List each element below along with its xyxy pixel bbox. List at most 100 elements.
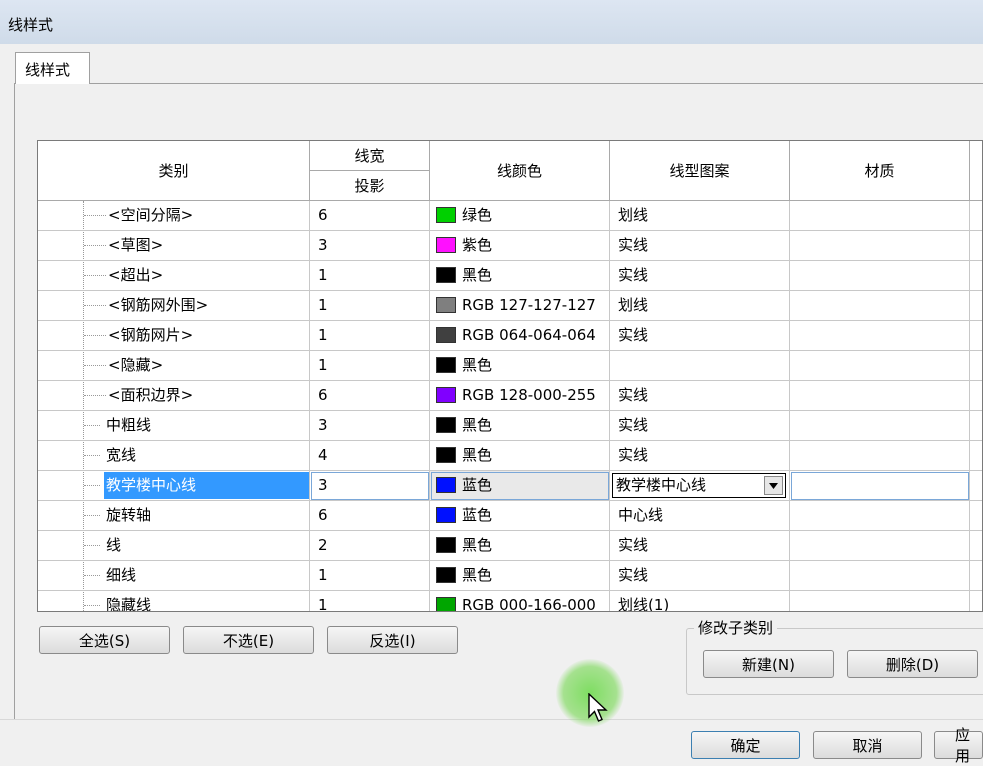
header-line-weight-label: 线宽 <box>354 147 385 165</box>
material-cell[interactable] <box>790 531 970 561</box>
line-pattern-dropdown[interactable]: 教学楼中心线 <box>612 473 786 498</box>
line-color-name: 蓝色 <box>462 506 493 524</box>
line-color-name: 黑色 <box>462 416 493 434</box>
material-cell[interactable] <box>790 231 970 261</box>
select-all-button[interactable]: 全选(S) <box>39 626 170 654</box>
category-name: 旋转轴 <box>106 506 152 524</box>
line-color-cell[interactable]: RGB 127-127-127 <box>430 291 610 321</box>
line-weight-cell[interactable]: 3 <box>310 411 430 441</box>
material-cell[interactable] <box>790 441 970 471</box>
header-line-color[interactable]: 线颜色 <box>430 141 610 201</box>
category-name: <空间分隔> <box>108 206 194 224</box>
header-material[interactable]: 材质 <box>790 141 970 201</box>
tab-line-styles[interactable]: 线样式 <box>15 52 90 84</box>
material-cell[interactable] <box>790 471 970 501</box>
category-cell[interactable]: <草图> <box>38 231 310 261</box>
title-bar: 线样式 <box>0 0 983 44</box>
dropdown-arrow-icon[interactable] <box>764 476 783 495</box>
category-cell[interactable]: <超出> <box>38 261 310 291</box>
mouse-pointer-icon <box>588 693 608 722</box>
line-pattern-cell[interactable]: 实线 <box>610 531 790 561</box>
line-pattern-cell[interactable] <box>610 351 790 381</box>
category-cell[interactable]: <空间分隔> <box>38 201 310 231</box>
line-color-cell[interactable]: RGB 000-166-000 <box>430 591 610 611</box>
category-cell[interactable]: 中粗线 <box>38 411 310 441</box>
line-pattern-cell[interactable]: 划线 <box>610 291 790 321</box>
line-styles-table[interactable]: 类别 线宽 投影 线颜色 线型图案 材质 <空间分隔> 6 绿色 划线 <草图> 3 紫色实… <box>37 140 983 612</box>
line-color-cell[interactable]: 蓝色 <box>430 471 610 501</box>
category-cell[interactable]: <隐藏> <box>38 351 310 381</box>
extra-cell <box>970 321 982 351</box>
line-weight-cell[interactable]: 1 <box>310 321 430 351</box>
line-pattern-cell[interactable]: 实线 <box>610 321 790 351</box>
line-pattern-cell[interactable]: 中心线 <box>610 501 790 531</box>
ok-button[interactable]: 确定 <box>691 731 800 759</box>
line-color-cell[interactable]: 紫色 <box>430 231 610 261</box>
line-pattern-cell[interactable]: 教学楼中心线 <box>610 471 790 501</box>
material-cell[interactable] <box>790 411 970 441</box>
line-pattern-cell[interactable]: 实线 <box>610 561 790 591</box>
line-weight-value: 3 <box>318 476 328 494</box>
line-pattern-cell[interactable]: 实线 <box>610 411 790 441</box>
category-cell[interactable]: 宽线 <box>38 441 310 471</box>
material-cell[interactable] <box>790 351 970 381</box>
cancel-button[interactable]: 取消 <box>813 731 922 759</box>
line-color-cell[interactable]: RGB 128-000-255 <box>430 381 610 411</box>
line-color-cell[interactable]: 蓝色 <box>430 501 610 531</box>
line-color-cell[interactable]: 黑色 <box>430 441 610 471</box>
line-weight-cell[interactable]: 6 <box>310 501 430 531</box>
line-weight-cell[interactable]: 1 <box>310 261 430 291</box>
line-pattern-cell[interactable]: 实线 <box>610 231 790 261</box>
line-weight-cell[interactable]: 6 <box>310 381 430 411</box>
material-cell[interactable] <box>790 381 970 411</box>
line-pattern-cell[interactable]: 实线 <box>610 441 790 471</box>
category-cell[interactable]: 线 <box>38 531 310 561</box>
new-subcategory-button[interactable]: 新建(N) <box>703 650 834 678</box>
line-color-cell[interactable]: 黑色 <box>430 411 610 441</box>
line-weight-cell[interactable]: 3 <box>310 231 430 261</box>
category-cell[interactable]: 细线 <box>38 561 310 591</box>
line-weight-cell[interactable]: 1 <box>310 351 430 381</box>
category-cell[interactable]: <钢筋网片> <box>38 321 310 351</box>
category-cell[interactable]: 旋转轴 <box>38 501 310 531</box>
line-pattern-name: 划线(1) <box>618 596 670 612</box>
material-cell[interactable] <box>790 321 970 351</box>
material-cell[interactable] <box>790 501 970 531</box>
line-pattern-cell[interactable]: 划线(1) <box>610 591 790 612</box>
material-cell[interactable] <box>790 261 970 291</box>
header-projection[interactable]: 投影 <box>310 171 430 201</box>
line-color-cell[interactable]: 黑色 <box>430 531 610 561</box>
tree-branch <box>84 275 106 276</box>
line-pattern-cell[interactable]: 划线 <box>610 201 790 231</box>
delete-subcategory-button[interactable]: 删除(D) <box>847 650 978 678</box>
category-cell[interactable]: 隐藏线 <box>38 591 310 611</box>
material-cell[interactable] <box>790 561 970 591</box>
line-weight-cell[interactable]: 1 <box>310 591 430 611</box>
tab-label: 线样式 <box>25 61 71 79</box>
invert-selection-button[interactable]: 反选(I) <box>327 626 458 654</box>
material-cell[interactable] <box>790 291 970 321</box>
material-cell[interactable] <box>790 201 970 231</box>
line-weight-cell[interactable]: 3 <box>310 471 430 501</box>
header-category[interactable]: 类别 <box>38 141 310 201</box>
line-weight-cell[interactable]: 1 <box>310 561 430 591</box>
line-pattern-cell[interactable]: 实线 <box>610 261 790 291</box>
line-color-cell[interactable]: 黑色 <box>430 561 610 591</box>
line-color-cell[interactable]: 黑色 <box>430 261 610 291</box>
line-weight-cell[interactable]: 2 <box>310 531 430 561</box>
line-pattern-cell[interactable]: 实线 <box>610 381 790 411</box>
line-color-cell[interactable]: 绿色 <box>430 201 610 231</box>
line-weight-cell[interactable]: 4 <box>310 441 430 471</box>
line-weight-cell[interactable]: 1 <box>310 291 430 321</box>
category-cell[interactable]: <钢筋网外围> <box>38 291 310 321</box>
material-cell[interactable] <box>790 591 970 611</box>
apply-button[interactable]: 应用 <box>934 726 983 765</box>
color-swatch-icon <box>436 297 456 313</box>
line-color-cell[interactable]: 黑色 <box>430 351 610 381</box>
header-line-pattern[interactable]: 线型图案 <box>610 141 790 201</box>
category-cell[interactable]: 教学楼中心线 <box>38 471 310 501</box>
select-none-button[interactable]: 不选(E) <box>183 626 314 654</box>
line-weight-cell[interactable]: 6 <box>310 201 430 231</box>
category-cell[interactable]: <面积边界> <box>38 381 310 411</box>
line-color-cell[interactable]: RGB 064-064-064 <box>430 321 610 351</box>
